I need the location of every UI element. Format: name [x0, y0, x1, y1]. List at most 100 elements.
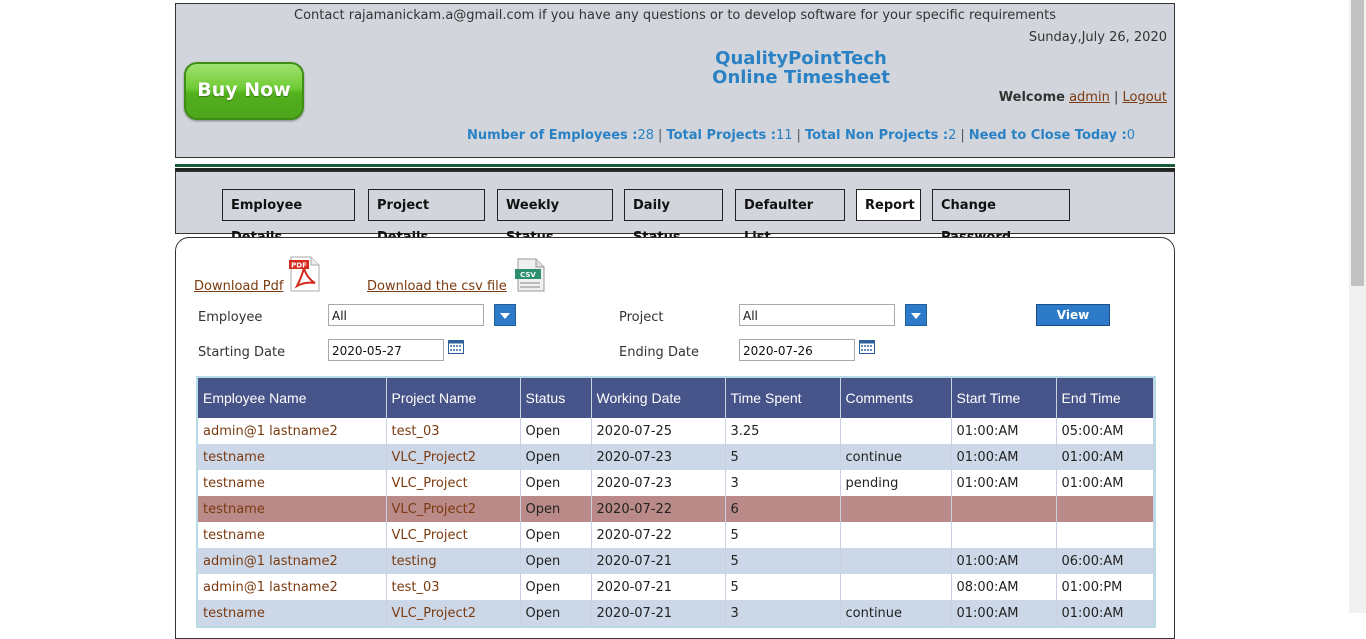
col-header-start-time[interactable]: Start Time	[951, 378, 1057, 418]
cell-start-time: 01:00:AM	[951, 418, 1057, 444]
cell-end-time: 06:00:AM	[1056, 548, 1154, 574]
project-dropdown-button[interactable]	[905, 304, 927, 326]
vertical-scrollbar[interactable]	[1349, 0, 1366, 613]
calendar-icon[interactable]	[448, 340, 464, 354]
ending-date-input[interactable]: 2020-07-26	[739, 339, 855, 361]
page-container: Contact rajamanickam.a@gmail.com if you …	[175, 3, 1175, 639]
projects-label: Total Projects :	[666, 128, 776, 143]
report-panel: Download Pdf PDF Download the csv file C…	[175, 237, 1175, 639]
main-nav: Employee Details Project Details Weekly …	[175, 171, 1175, 245]
cell-status: Open	[520, 470, 592, 496]
table-row[interactable]: testname VLC_Project2 Open 2020-07-21 3 conti…	[198, 600, 1154, 626]
cell-comments: pending	[840, 470, 952, 496]
cell-employee-name: testname	[198, 444, 387, 470]
cell-time-spent: 3.25	[725, 418, 841, 444]
col-header-end-time[interactable]: End Time	[1056, 378, 1154, 418]
table-row[interactable]: testname VLC_Project Open 2020-07-23 3 pendin…	[198, 470, 1154, 496]
ending-date-label: Ending Date	[619, 345, 700, 360]
welcome-separator: |	[1113, 90, 1119, 105]
cell-end-time	[1056, 522, 1154, 548]
cell-end-time: 01:00:AM	[1056, 444, 1154, 470]
cell-time-spent: 5	[725, 444, 841, 470]
header: Contact rajamanickam.a@gmail.com if you …	[175, 3, 1175, 158]
cell-project-name: testing	[386, 548, 521, 574]
col-header-employee-name[interactable]: Employee Name	[198, 378, 387, 418]
user-link[interactable]: admin	[1069, 90, 1110, 105]
cell-employee-name: testname	[198, 470, 387, 496]
col-header-project-name[interactable]: Project Name	[386, 378, 521, 418]
cell-employee-name: admin@1 lastname2	[198, 418, 387, 444]
svg-text:CSV: CSV	[520, 271, 536, 279]
header-divider	[175, 164, 1175, 171]
employee-select[interactable]: All	[328, 304, 484, 326]
non-projects-count: 2	[948, 128, 957, 143]
cell-time-spent: 5	[725, 548, 841, 574]
employee-dropdown-button[interactable]	[494, 304, 516, 326]
cell-start-time	[951, 522, 1057, 548]
cell-project-name: VLC_Project2	[386, 444, 521, 470]
cell-end-time: 01:00:AM	[1056, 600, 1154, 626]
cell-comments	[840, 574, 952, 600]
logout-link[interactable]: Logout	[1122, 90, 1167, 105]
cell-start-time: 01:00:AM	[951, 444, 1057, 470]
welcome-label: Welcome	[998, 90, 1065, 105]
nav-project-details[interactable]: Project Details	[368, 189, 485, 245]
report-table: Employee Name Project Name Status Workin…	[198, 378, 1154, 626]
cell-working-date: 2020-07-21	[591, 574, 726, 600]
col-header-working-date[interactable]: Working Date	[591, 378, 726, 418]
cell-status: Open	[520, 418, 592, 444]
table-row[interactable]: testname VLC_Project2 Open 2020-07-22 6	[198, 496, 1154, 522]
view-report-button[interactable]: View Report	[1036, 304, 1110, 342]
csv-file-icon[interactable]: CSV	[514, 258, 546, 292]
cell-employee-name: testname	[198, 522, 387, 548]
nav-employee-details[interactable]: Employee Details	[222, 189, 355, 245]
cell-working-date: 2020-07-21	[591, 548, 726, 574]
cell-status: Open	[520, 496, 592, 522]
cell-working-date: 2020-07-23	[591, 444, 726, 470]
cell-time-spent: 5	[725, 522, 841, 548]
cell-working-date: 2020-07-25	[591, 418, 726, 444]
calendar-icon[interactable]	[859, 340, 875, 354]
cell-project-name: test_03	[386, 418, 521, 444]
cell-working-date: 2020-07-22	[591, 522, 726, 548]
brand-title: QualityPointTech	[715, 48, 887, 69]
col-header-comments[interactable]: Comments	[840, 378, 952, 418]
col-header-time-spent[interactable]: Time Spent	[725, 378, 841, 418]
nav-report[interactable]: Report	[856, 189, 921, 221]
table-row[interactable]: admin@1 lastname2 test_03 Open 2020-07-21 5 0…	[198, 574, 1154, 600]
table-row[interactable]: admin@1 lastname2 testing Open 2020-07-21 5 0…	[198, 548, 1154, 574]
scrollbar-thumb[interactable]	[1351, 0, 1364, 286]
project-label: Project	[619, 310, 664, 325]
starting-date-input[interactable]: 2020-05-27	[328, 339, 444, 361]
cell-comments	[840, 548, 952, 574]
download-csv-link[interactable]: Download the csv file	[367, 279, 507, 294]
cell-project-name: VLC_Project	[386, 470, 521, 496]
cell-working-date: 2020-07-21	[591, 600, 726, 626]
nav-defaulter-list[interactable]: Defaulter List	[735, 189, 845, 245]
cell-start-time: 01:00:AM	[951, 470, 1057, 496]
col-header-status[interactable]: Status	[520, 378, 592, 418]
cell-comments: continue	[840, 600, 952, 626]
download-pdf-link[interactable]: Download Pdf	[194, 279, 283, 294]
cell-comments: continue	[840, 444, 952, 470]
pdf-file-icon[interactable]: PDF	[289, 256, 321, 292]
nav-daily-status[interactable]: Daily Status	[624, 189, 723, 245]
cell-status: Open	[520, 548, 592, 574]
table-row[interactable]: admin@1 lastname2 test_03 Open 2020-07-25 3.…	[198, 418, 1154, 444]
table-row[interactable]: testname VLC_Project2 Open 2020-07-23 5 conti…	[198, 444, 1154, 470]
cell-comments	[840, 418, 952, 444]
cell-time-spent: 3	[725, 600, 841, 626]
cell-status: Open	[520, 444, 592, 470]
nav-change-password[interactable]: Change Password	[932, 189, 1070, 245]
nav-weekly-status[interactable]: Weekly Status	[497, 189, 613, 245]
cell-employee-name: admin@1 lastname2	[198, 548, 387, 574]
cell-end-time: 01:00:PM	[1056, 574, 1154, 600]
cell-project-name: test_03	[386, 574, 521, 600]
brand: QualityPointTech Online Timesheet	[176, 49, 1366, 87]
project-select[interactable]: All	[739, 304, 895, 326]
stats-bar: Number of Employees :28 | Total Projects :…	[176, 128, 1366, 143]
cell-working-date: 2020-07-22	[591, 496, 726, 522]
non-projects-label: Total Non Projects :	[804, 128, 949, 143]
cell-project-name: VLC_Project2	[386, 600, 521, 626]
table-row[interactable]: testname VLC_Project Open 2020-07-22 5	[198, 522, 1154, 548]
